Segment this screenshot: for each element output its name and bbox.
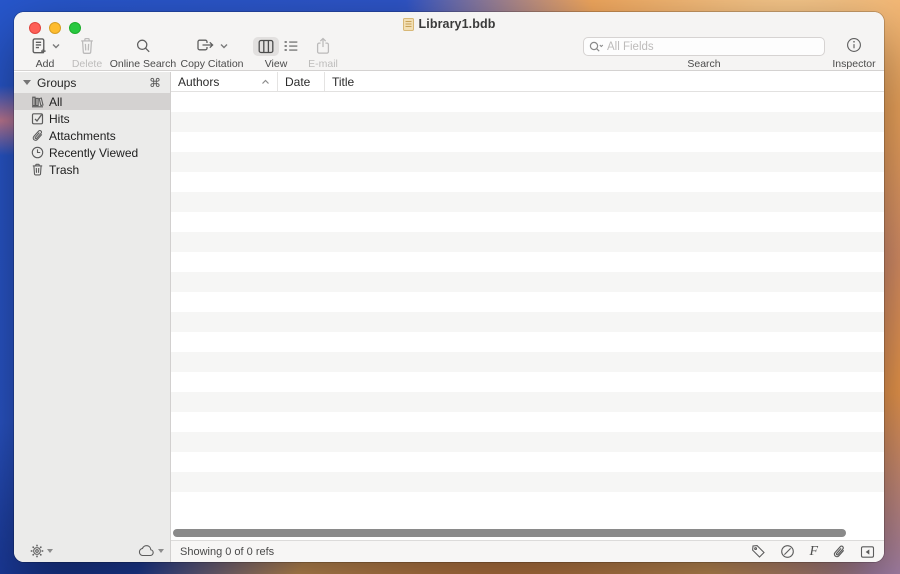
add-publication-icon — [30, 37, 48, 55]
sidebar-item-label: Attachments — [49, 129, 116, 143]
delete-label: Delete — [65, 58, 109, 70]
window-title: Library1.bdb — [419, 17, 496, 31]
titlebar: Library1.bdb — [14, 16, 884, 32]
add-label: Add — [20, 58, 70, 70]
app-window: Library1.bdb Add — [14, 12, 884, 562]
sort-ascending-icon — [261, 79, 270, 85]
chevron-down-icon[interactable] — [158, 549, 164, 553]
view-list-button[interactable] — [283, 39, 299, 53]
chevron-down-icon[interactable] — [52, 43, 60, 49]
email-label: E-mail — [301, 58, 345, 70]
column-label: Authors — [178, 75, 219, 89]
groups-header[interactable]: Groups ⌘ — [14, 72, 170, 93]
no-crossref-button[interactable] — [780, 544, 795, 559]
columns-view-icon — [258, 39, 274, 54]
window-chrome: Library1.bdb Add — [14, 12, 884, 71]
document-icon — [403, 18, 414, 31]
sidebar-item-label: All — [49, 95, 62, 109]
main-status-section: Showing 0 of 0 refs F — [171, 540, 884, 562]
info-icon — [846, 37, 862, 53]
inspector-button[interactable] — [846, 37, 862, 58]
slashed-circle-icon — [780, 544, 795, 559]
tag-icon — [751, 544, 766, 559]
sidebar-item-all[interactable]: All — [14, 93, 170, 110]
reference-table: Authors Date Title — [171, 72, 884, 540]
table-header: Authors Date Title — [171, 72, 884, 92]
disclosure-triangle-icon[interactable] — [23, 80, 31, 85]
library-icon — [31, 95, 44, 108]
paperclip-icon — [832, 544, 846, 559]
groups-title: Groups — [37, 76, 143, 90]
copy-citation-button[interactable]: Copy Citation — [177, 36, 247, 70]
view-label: View — [247, 58, 305, 70]
trash-icon — [79, 37, 95, 55]
search-field[interactable] — [583, 37, 825, 56]
export-citation-icon — [196, 38, 216, 54]
sidebar-item-label: Hits — [49, 112, 70, 126]
groups-sidebar: Groups ⌘ All Hits — [14, 72, 171, 540]
chevron-down-icon[interactable] — [220, 43, 228, 49]
sidebar-item-attachments[interactable]: Attachments — [14, 127, 170, 144]
column-label: Date — [285, 75, 310, 89]
email-button: E-mail — [301, 36, 345, 70]
toggle-side-panel-button[interactable] — [860, 545, 875, 559]
column-header-date[interactable]: Date — [278, 72, 325, 91]
view-control: View — [247, 36, 305, 70]
delete-button: Delete — [65, 36, 109, 70]
collapse-panel-icon — [860, 545, 875, 559]
inspector-label: Inspector — [826, 58, 882, 70]
external-groups-button[interactable] — [138, 545, 155, 557]
sidebar-item-label: Trash — [49, 163, 79, 177]
column-header-authors[interactable]: Authors — [171, 72, 278, 91]
group-action-button[interactable] — [30, 544, 44, 558]
chevron-down-icon[interactable] — [47, 549, 53, 553]
sidebar-item-label: Recently Viewed — [49, 146, 138, 160]
checkbox-check-icon — [31, 112, 44, 125]
search-input[interactable] — [607, 41, 819, 53]
formula-button[interactable]: F — [809, 545, 818, 559]
online-search-button[interactable]: Online Search — [108, 36, 178, 70]
column-header-title[interactable]: Title — [325, 72, 884, 91]
search-scope-icon[interactable] — [589, 41, 604, 53]
keywords-button[interactable] — [751, 544, 766, 559]
sidebar-status-section — [14, 540, 171, 562]
view-columns-button[interactable] — [253, 37, 279, 56]
table-body-empty-rows — [171, 92, 884, 512]
clock-icon — [31, 146, 44, 159]
paperclip-icon — [31, 129, 44, 142]
attachments-filter-button[interactable] — [832, 544, 846, 559]
magnifier-icon — [135, 38, 152, 55]
status-text: Showing 0 of 0 refs — [180, 546, 751, 558]
add-button[interactable]: Add — [20, 36, 70, 70]
sidebar-item-trash[interactable]: Trash — [14, 161, 170, 178]
list-view-icon — [283, 39, 299, 53]
online-search-label: Online Search — [108, 58, 178, 70]
trash-icon — [31, 163, 44, 176]
sidebar-item-recently-viewed[interactable]: Recently Viewed — [14, 144, 170, 161]
search-label: Search — [583, 58, 825, 70]
copy-citation-label: Copy Citation — [177, 58, 247, 70]
cloud-icon — [138, 545, 155, 557]
gear-icon — [30, 544, 44, 558]
content-area: Groups ⌘ All Hits — [14, 72, 884, 540]
share-icon — [315, 37, 331, 55]
sidebar-item-hits[interactable]: Hits — [14, 110, 170, 127]
command-key-icon[interactable]: ⌘ — [149, 76, 161, 90]
status-bar: Showing 0 of 0 refs F — [14, 540, 884, 562]
column-label: Title — [332, 75, 354, 89]
horizontal-scrollbar[interactable] — [173, 529, 846, 537]
